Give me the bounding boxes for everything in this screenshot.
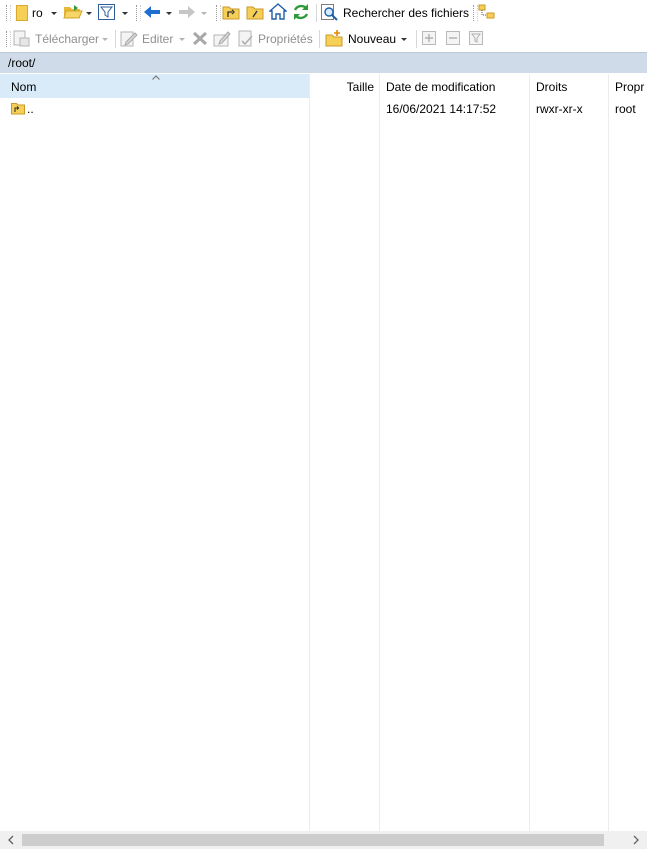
search-files-button[interactable]: Rechercher des fichiers	[321, 3, 469, 23]
table-row[interactable]: .. 16/06/2021 14:17:52 rwxr-xr-x root	[0, 98, 647, 118]
toolbar-grip[interactable]	[136, 5, 141, 21]
column-header-rights[interactable]: Droits	[530, 74, 608, 98]
home-icon	[268, 3, 288, 23]
properties-button[interactable]: Propriétés	[237, 29, 315, 49]
column-divider	[379, 74, 380, 831]
column-header-owner[interactable]: Propr	[609, 74, 647, 98]
horizontal-scrollbar[interactable]	[0, 831, 647, 849]
delete-button[interactable]	[192, 29, 210, 49]
edit-button[interactable]: Editer	[120, 29, 188, 49]
toolbar-grip[interactable]	[216, 5, 221, 21]
find-files-icon	[321, 4, 339, 24]
parent-directory-button[interactable]	[222, 3, 242, 23]
toolbar-separator	[416, 30, 417, 48]
column-header-size-label: Taille	[346, 80, 374, 94]
toolbar-separator	[319, 30, 320, 48]
scroll-left-icon[interactable]	[6, 835, 16, 845]
home-button[interactable]	[268, 3, 289, 23]
tree-icon	[478, 4, 496, 23]
new-label: Nouveau	[348, 32, 397, 46]
search-files-label: Rechercher des fichiers	[343, 6, 470, 20]
refresh-button[interactable]	[292, 3, 312, 23]
path-bar: /root/	[0, 52, 647, 73]
remove-icon	[446, 31, 461, 49]
toolbar-separator	[316, 4, 317, 22]
chevron-down-icon	[102, 38, 108, 41]
column-divider	[309, 74, 310, 831]
root-directory-icon	[246, 4, 264, 23]
column-header-owner-label: Propr	[615, 80, 645, 94]
open-folder-icon	[63, 4, 83, 23]
column-header-name[interactable]: Nom	[0, 74, 309, 98]
toolbar-grip[interactable]	[6, 31, 11, 47]
open-directory-button[interactable]	[63, 3, 95, 23]
column-header-rights-label: Droits	[536, 80, 568, 94]
folder-icon	[16, 5, 28, 24]
filter-small-button[interactable]	[469, 29, 487, 49]
download-button[interactable]: Télécharger	[12, 29, 112, 49]
filter-icon	[98, 4, 116, 24]
back-arrow-icon	[143, 5, 161, 22]
chevron-down-icon	[51, 12, 57, 15]
refresh-icon	[292, 3, 310, 24]
row-rights: rwxr-xr-x	[536, 102, 583, 116]
row-owner: root	[615, 102, 636, 116]
chevron-down-icon	[401, 38, 407, 41]
parent-folder-icon	[11, 101, 25, 118]
properties-label: Propriétés	[258, 32, 313, 46]
row-modified: 16/06/2021 14:17:52	[386, 102, 497, 116]
chevron-down-icon	[201, 12, 207, 15]
properties-icon	[237, 30, 255, 50]
add-icon	[422, 31, 437, 49]
column-divider	[608, 74, 609, 831]
scroll-right-icon[interactable]	[631, 835, 641, 845]
chevron-down-icon	[86, 12, 92, 15]
current-path[interactable]: /root/	[8, 56, 35, 70]
chevron-down-icon	[179, 38, 185, 41]
file-list[interactable]: Nom Taille Date de modification Droits P…	[0, 74, 647, 831]
column-header-name-label: Nom	[11, 80, 37, 94]
column-header-modified-label: Date de modification	[386, 80, 496, 94]
chevron-down-icon	[122, 12, 128, 15]
tree-view-button[interactable]	[478, 3, 498, 23]
filter-small-icon	[469, 31, 484, 49]
root-directory-button[interactable]	[246, 3, 266, 23]
chevron-down-icon	[166, 12, 172, 15]
forward-arrow-icon	[178, 5, 196, 22]
rename-button[interactable]	[213, 29, 233, 49]
sort-ascending-icon	[152, 75, 160, 80]
location-combo-value: ro	[32, 6, 43, 20]
rename-icon	[213, 30, 231, 50]
edit-icon	[120, 30, 138, 50]
location-combo[interactable]: ro	[14, 3, 60, 23]
download-icon	[12, 30, 30, 50]
add-button[interactable]	[422, 29, 440, 49]
column-header-modified[interactable]: Date de modification	[380, 74, 529, 98]
download-label: Télécharger	[35, 32, 100, 46]
row-name: ..	[27, 102, 34, 116]
remove-button[interactable]	[446, 29, 464, 49]
back-button[interactable]	[143, 3, 175, 23]
horizontal-scrollbar-thumb[interactable]	[22, 834, 604, 846]
edit-label: Editer	[142, 32, 174, 46]
column-header-size[interactable]: Taille	[310, 74, 379, 98]
parent-directory-icon	[222, 4, 240, 23]
toolbar-separator	[115, 30, 116, 48]
new-button[interactable]: Nouveau	[325, 29, 411, 49]
toolbar-top: ro Rechercher des fichiers	[0, 0, 647, 26]
toolbar-grip[interactable]	[6, 5, 11, 21]
toolbar-bottom: Télécharger Editer Propriétés Nouveau	[0, 26, 647, 52]
filter-button[interactable]	[98, 3, 130, 23]
forward-button[interactable]	[178, 3, 210, 23]
delete-icon	[192, 31, 208, 49]
column-divider	[529, 74, 530, 831]
new-icon	[325, 30, 343, 50]
